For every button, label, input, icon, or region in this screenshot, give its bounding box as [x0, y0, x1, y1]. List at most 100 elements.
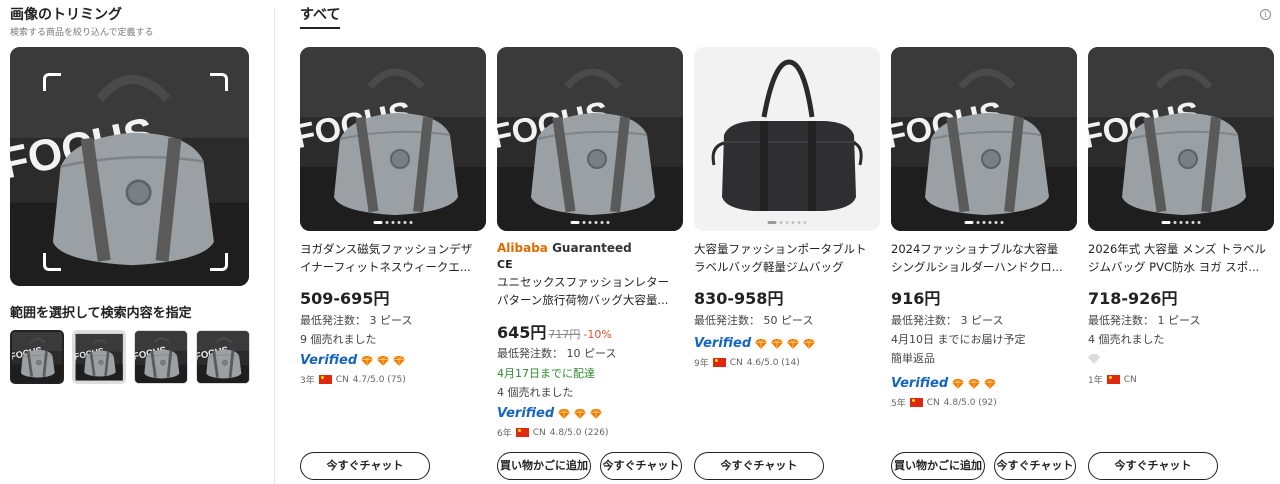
add-to-cart-button[interactable]: 買い物かごに追加 — [891, 452, 985, 480]
product-photo — [694, 47, 880, 231]
chat-now-button[interactable]: 今すぐチャット — [694, 452, 824, 480]
crop-title: 画像のトリミング — [10, 7, 122, 23]
diamond-icon — [952, 378, 964, 390]
supplier-years: 3年 — [300, 376, 315, 386]
supplier-country: CN — [532, 427, 546, 438]
product-title-line-2[interactable]: パターン旅行荷物バッグ大容量... — [497, 292, 683, 308]
diamond-icon — [787, 338, 799, 350]
thumbnail-1[interactable] — [10, 330, 64, 384]
supplier-rating: 4.6/5.0 (14) — [746, 357, 800, 368]
diamond-icon — [393, 355, 405, 367]
verified-badge: Verified — [497, 406, 602, 421]
product-price: 916円 — [891, 289, 941, 308]
tab-all[interactable]: すべて — [300, 4, 341, 29]
verified-badge: Verified — [891, 376, 996, 391]
crop-area[interactable] — [10, 47, 249, 286]
product-title-line-2[interactable]: ラベルバッグ軽量ジムバッグ — [694, 259, 880, 275]
product-title-line-1[interactable]: ヨガダンス磁気ファッションデザ — [300, 241, 486, 257]
supplier-country: CN — [729, 357, 743, 368]
product-card-1[interactable]: ヨガダンス磁気ファッションデザ イナーフィットネスウィークエ... 509-69… — [300, 47, 486, 484]
sold-count: 4 個売れました — [497, 386, 574, 399]
badge-text: Guaranteed — [552, 241, 632, 255]
product-card-5[interactable]: 2026年式 大容量 メンズ トラベル ジムバッグ PVC防水 ヨガ スポ...… — [1088, 47, 1274, 484]
supplier-meta: 9年 CN 4.6/5.0 (14) — [694, 356, 800, 370]
crop-handle-top-right[interactable] — [210, 73, 228, 91]
chat-now-button[interactable]: 今すぐチャット — [994, 452, 1076, 480]
image-carousel-dots — [767, 221, 807, 224]
alibaba-guaranteed-badge: Alibaba Guaranteed — [497, 241, 632, 255]
crop-handle-bottom-left[interactable] — [43, 253, 61, 271]
product-image[interactable] — [300, 47, 486, 231]
delivery-date: 4月10日 までにお届け予定 — [891, 333, 1026, 346]
supplier-level-badge — [1088, 353, 1100, 365]
china-flag-icon — [515, 428, 529, 437]
product-image[interactable] — [1088, 47, 1274, 231]
supplier-country: CN — [335, 374, 349, 385]
crop-handle-bottom-right[interactable] — [210, 253, 228, 271]
product-title-line-2[interactable]: イナーフィットネスウィークエ... — [300, 259, 486, 275]
diamond-icon — [361, 355, 373, 367]
chat-now-button[interactable]: 今すぐチャット — [600, 452, 682, 480]
sold-count: 9 個売れました — [300, 333, 377, 346]
chat-now-button[interactable]: 今すぐチャット — [1088, 452, 1218, 480]
product-title-line-1[interactable]: 2026年式 大容量 メンズ トラベル — [1088, 241, 1274, 257]
image-carousel-dots — [373, 221, 413, 224]
product-price: 509-695円 — [300, 289, 390, 308]
sidebar-divider — [274, 8, 275, 484]
product-price: 830-958円 — [694, 289, 784, 308]
info-icon[interactable]: i — [1260, 9, 1271, 20]
discount-badge: -10% — [583, 328, 612, 341]
diamond-icon — [984, 378, 996, 390]
supplier-country: CN — [1123, 374, 1137, 385]
easy-returns: 簡単返品 — [891, 352, 935, 365]
crop-subtitle: 検索する商品を絞り込んで定義する — [10, 28, 154, 38]
diamond-icon — [377, 355, 389, 367]
badge-brand: Alibaba — [497, 241, 548, 255]
min-order: 最低発注数： 3 ピース — [891, 314, 1004, 327]
product-title-line-1[interactable]: 2024ファッショナブルな大容量 — [891, 241, 1077, 257]
product-card-3[interactable]: 大容量ファッションポータブルト ラベルバッグ軽量ジムバッグ 830-958円 最… — [694, 47, 880, 484]
thumbnail-4[interactable] — [196, 330, 250, 384]
min-order: 最低発注数： 1 ピース — [1088, 314, 1201, 327]
product-title-line-2[interactable]: ジムバッグ PVC防水 ヨガ スポ... — [1088, 259, 1274, 275]
product-image[interactable] — [891, 47, 1077, 231]
crop-handle-top-left[interactable] — [43, 73, 61, 91]
diamond-icon — [755, 338, 767, 350]
verified-label: Verified — [891, 376, 949, 391]
product-title-line-1[interactable]: 大容量ファッションポータブルト — [694, 241, 880, 257]
sold-count: 4 個売れました — [1088, 333, 1165, 346]
china-flag-icon — [318, 375, 332, 384]
thumbnail-image — [135, 331, 187, 383]
min-order: 最低発注数： 10 ピース — [497, 347, 617, 360]
product-card-2[interactable]: Alibaba Guaranteed CE ユニセックスファッションレター パタ… — [497, 47, 683, 484]
add-to-cart-button[interactable]: 買い物かごに追加 — [497, 452, 591, 480]
image-carousel-dots — [570, 221, 610, 224]
supplier-meta: 5年 CN 4.8/5.0 (92) — [891, 396, 997, 410]
supplier-years: 6年 — [497, 429, 512, 439]
product-card-4[interactable]: 2024ファッショナブルな大容量 シングルショルダーハンドクロ... 916円 … — [891, 47, 1077, 484]
product-photo — [1088, 47, 1274, 231]
product-title-line-2[interactable]: シングルショルダーハンドクロ... — [891, 259, 1077, 275]
ce-mark: CE — [497, 258, 513, 271]
chat-now-button[interactable]: 今すぐチャット — [300, 452, 430, 480]
product-price: 645円 — [497, 323, 547, 342]
product-photo — [891, 47, 1077, 231]
thumbnail-image — [12, 332, 62, 382]
verified-badge: Verified — [694, 336, 815, 351]
thumbnail-3[interactable] — [134, 330, 188, 384]
product-image[interactable] — [694, 47, 880, 231]
supplier-country: CN — [926, 397, 940, 408]
product-title-line-1[interactable]: ユニセックスファッションレター — [497, 274, 683, 290]
supplier-meta: 6年 CN 4.8/5.0 (226) — [497, 426, 609, 440]
supplier-years: 9年 — [694, 359, 709, 369]
verified-label: Verified — [497, 406, 555, 421]
min-order: 最低発注数： 50 ピース — [694, 314, 814, 327]
supplier-years: 1年 — [1088, 376, 1103, 386]
delivery-date: 4月17日までに配達 — [497, 367, 595, 380]
diamond-icon — [968, 378, 980, 390]
supplier-years: 5年 — [891, 399, 906, 409]
thumbnail-2[interactable] — [72, 330, 126, 384]
product-photo — [497, 47, 683, 231]
product-image[interactable] — [497, 47, 683, 231]
supplier-meta: 1年 CN — [1088, 373, 1137, 387]
